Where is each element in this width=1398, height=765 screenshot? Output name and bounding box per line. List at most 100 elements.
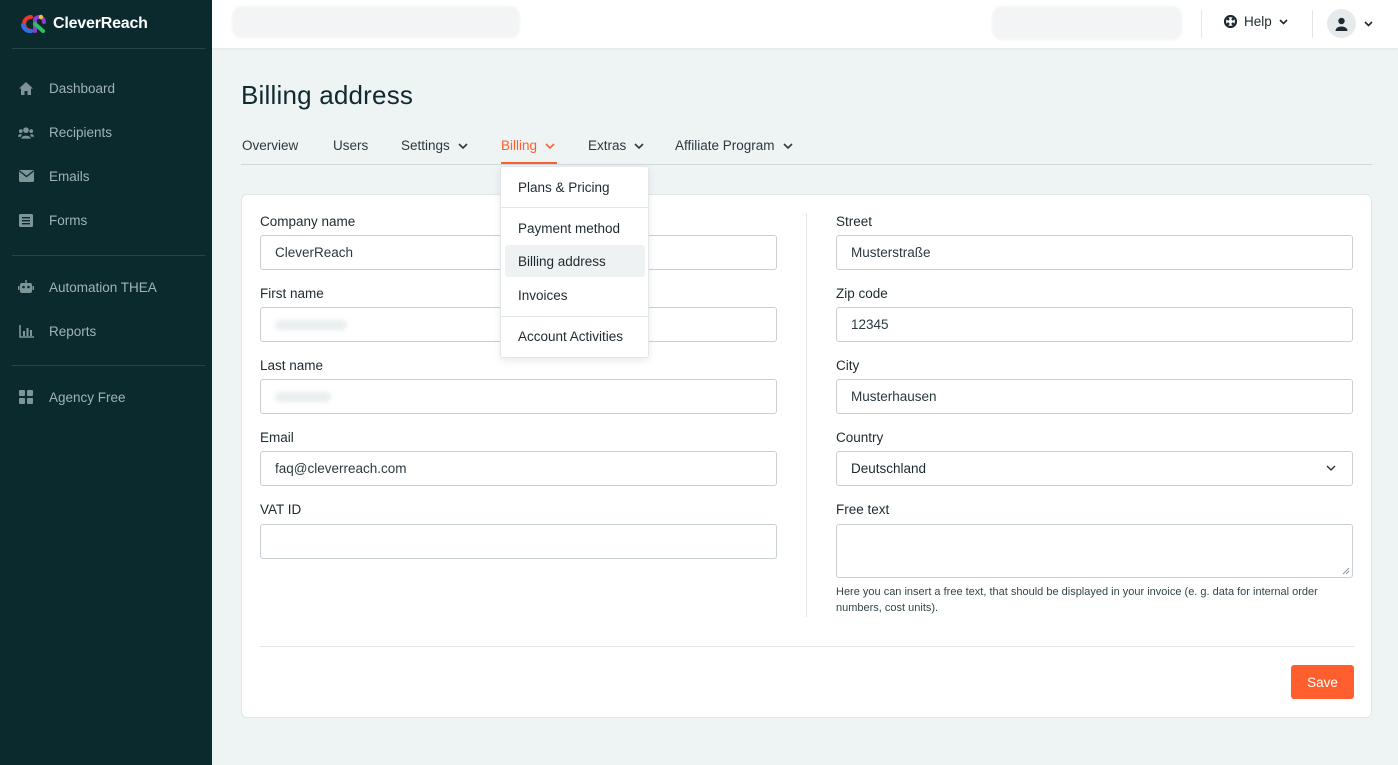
chevron-down-icon: [1279, 18, 1288, 25]
menu-divider: [501, 316, 648, 317]
topbar-separator: [1312, 10, 1313, 38]
city-value: Musterhausen: [851, 389, 937, 404]
chart-icon: [18, 323, 34, 339]
tab-label: Users: [333, 138, 369, 153]
lifebuoy-icon: [1224, 15, 1237, 28]
email-label: Email: [260, 430, 294, 445]
country-select[interactable]: Deutschland: [836, 451, 1353, 486]
sidebar-item-label: Dashboard: [49, 80, 116, 96]
save-button[interactable]: Save: [1291, 665, 1354, 699]
form-divider: [260, 646, 1354, 647]
top-bar: Help: [212, 0, 1398, 48]
chevron-down-icon: [1364, 20, 1373, 27]
brand-logo[interactable]: CleverReach: [19, 13, 148, 35]
topbar-blurred-element: [992, 6, 1182, 40]
topbar-separator: [1201, 10, 1202, 38]
zip-code-label: Zip code: [836, 286, 888, 301]
tab-billing[interactable]: Billing: [501, 138, 555, 153]
company-name-value: CleverReach: [275, 245, 354, 260]
tab-bar: Overview Users Settings Billing Extras A…: [241, 131, 1372, 165]
last-name-field[interactable]: [260, 379, 777, 414]
chevron-down-icon: [634, 142, 644, 149]
vat-id-field[interactable]: [260, 524, 777, 559]
tab-extras[interactable]: Extras: [588, 138, 644, 153]
robot-icon: [18, 279, 34, 295]
last-name-value: [275, 391, 331, 402]
sidebar-divider: [12, 255, 205, 256]
chevron-down-icon: [782, 142, 793, 149]
sidebar-divider: [12, 48, 205, 49]
menu-divider: [501, 207, 648, 208]
menu-item-invoices[interactable]: Invoices: [505, 279, 645, 311]
chevron-down-icon: [1326, 465, 1336, 471]
street-value: Musterstraße: [851, 245, 931, 260]
sidebar-item-label: Emails: [49, 168, 90, 184]
envelope-icon: [18, 168, 34, 184]
company-name-label: Company name: [260, 214, 356, 229]
menu-item-billing-address[interactable]: Billing address: [505, 245, 645, 277]
country-label: Country: [836, 430, 884, 445]
sidebar-item-automation-thea[interactable]: Automation THEA: [0, 269, 212, 305]
billing-dropdown-menu: Plans & Pricing Payment method Billing a…: [500, 166, 649, 358]
vat-id-label: VAT ID: [260, 502, 302, 517]
resize-handle-icon[interactable]: [1342, 567, 1350, 575]
tab-users[interactable]: Users: [333, 138, 368, 153]
zip-code-field[interactable]: 12345: [836, 307, 1353, 342]
cleverreach-logo-icon: [21, 14, 46, 34]
city-label: City: [836, 358, 860, 373]
user-icon: [1335, 17, 1348, 31]
tab-settings[interactable]: Settings: [401, 138, 468, 153]
help-label: Help: [1244, 14, 1272, 29]
city-field[interactable]: Musterhausen: [836, 379, 1353, 414]
tab-label: Extras: [588, 138, 627, 153]
sidebar-item-recipients[interactable]: Recipients: [0, 114, 212, 150]
free-text-label: Free text: [836, 502, 890, 517]
sidebar-item-label: Recipients: [49, 124, 113, 140]
sidebar-item-label: Automation THEA: [49, 279, 157, 295]
sidebar-item-dashboard[interactable]: Dashboard: [0, 70, 212, 106]
avatar: [1327, 9, 1356, 38]
menu-item-plans-pricing[interactable]: Plans & Pricing: [505, 171, 645, 203]
email-field[interactable]: faq@cleverreach.com: [260, 451, 777, 486]
tab-label: Billing: [501, 138, 538, 153]
menu-item-account-activities[interactable]: Account Activities: [505, 320, 645, 352]
menu-item-payment-method[interactable]: Payment method: [505, 212, 645, 244]
help-menu-button[interactable]: Help: [1224, 14, 1288, 29]
sidebar-item-emails[interactable]: Emails: [0, 158, 212, 194]
tab-label: Overview: [242, 138, 299, 153]
street-field[interactable]: Musterstraße: [836, 235, 1353, 270]
users-icon: [18, 124, 34, 140]
page-title: Billing address: [241, 80, 414, 110]
free-text-hint: Here you can insert a free text, that sh…: [836, 586, 1318, 614]
active-tab-indicator: [501, 162, 557, 164]
first-name-value: [275, 319, 347, 330]
street-label: Street: [836, 214, 873, 229]
user-menu-button[interactable]: [1327, 9, 1373, 38]
sidebar-item-label: Forms: [49, 212, 88, 228]
brand-name: CleverReach: [53, 15, 148, 32]
zip-code-value: 12345: [851, 317, 889, 332]
sidebar: CleverReach Dashboard Recipients Emails …: [0, 0, 212, 765]
home-icon: [18, 80, 34, 96]
sidebar-item-reports[interactable]: Reports: [0, 313, 212, 349]
sidebar-item-forms[interactable]: Forms: [0, 202, 212, 238]
tab-affiliate-program[interactable]: Affiliate Program: [675, 138, 793, 153]
column-divider: [806, 213, 807, 617]
chevron-down-icon: [458, 142, 468, 149]
free-text-area[interactable]: [836, 524, 1353, 578]
sidebar-item-label: Agency Free: [49, 389, 126, 405]
form-icon: [18, 212, 34, 228]
sidebar-item-label: Reports: [49, 323, 97, 339]
sidebar-divider: [12, 365, 205, 366]
sidebar-item-agency-free[interactable]: Agency Free: [0, 379, 212, 415]
billing-address-form: Company name CleverReach First name Last…: [241, 194, 1372, 718]
tab-label: Settings: [401, 138, 450, 153]
search-placeholder: [232, 6, 520, 38]
last-name-label: Last name: [260, 358, 324, 373]
first-name-label: First name: [260, 286, 324, 301]
tab-label: Affiliate Program: [675, 138, 775, 153]
chevron-down-icon: [545, 142, 555, 149]
country-value: Deutschland: [851, 461, 927, 476]
email-value: faq@cleverreach.com: [275, 461, 407, 476]
tab-overview[interactable]: Overview: [242, 138, 298, 153]
